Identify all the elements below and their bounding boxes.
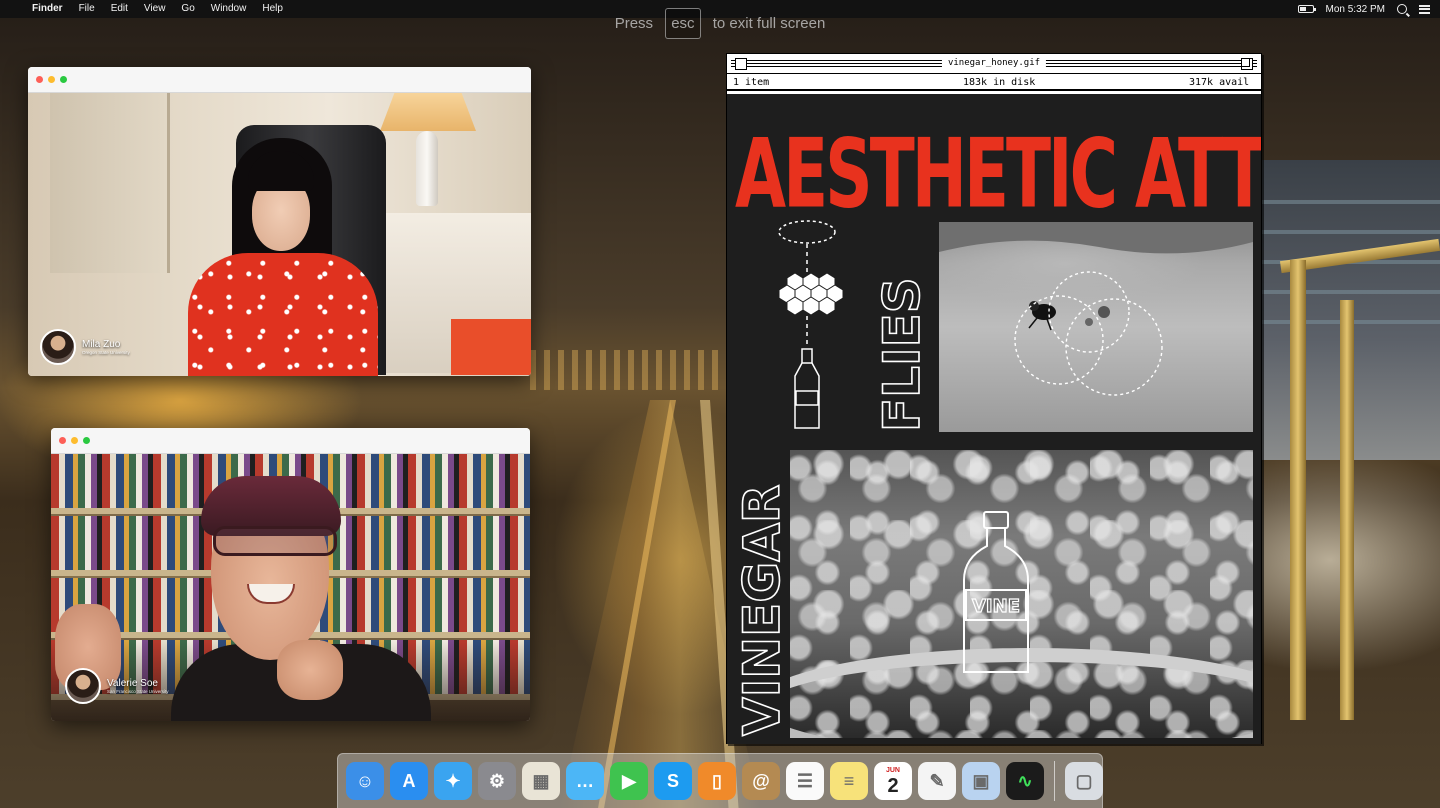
vinegar-label: VINEGAR	[732, 484, 789, 737]
trash-icon[interactable]: ▢	[1065, 762, 1103, 800]
fullscreen-hint-prefix: Press	[614, 15, 654, 32]
railing-post	[1340, 300, 1354, 720]
disk-available: 317k avail	[1189, 77, 1250, 88]
app-store-icon[interactable]: A	[390, 762, 428, 800]
zoom-box-icon[interactable]	[1241, 58, 1253, 70]
orange-object	[451, 319, 531, 375]
dock-icon-glyph: @	[752, 770, 770, 791]
flies-label: FLIES	[873, 276, 929, 432]
calendar-day: 2	[887, 774, 899, 797]
safari-icon[interactable]: ✦	[434, 762, 472, 800]
fullscreen-window-button[interactable]	[83, 437, 90, 444]
gif-artwork: AESTHETIC ATTRACTION	[727, 94, 1261, 744]
gif-window-title: vinegar_honey.gif	[941, 57, 1047, 70]
city-skyline-lights	[530, 350, 730, 390]
close-box-icon[interactable]	[735, 58, 747, 70]
participant-avatar	[65, 668, 101, 704]
dock-icon-glyph: ✎	[929, 770, 945, 791]
dock-icon-glyph: ∿	[1017, 770, 1033, 791]
books-icon[interactable]: ▯	[698, 762, 736, 800]
boiling-pot-photo: VINE	[790, 450, 1253, 738]
participant-name: Valerie Soe	[107, 677, 158, 689]
textedit-icon[interactable]: ✎	[918, 762, 956, 800]
bottle-label: VINE	[972, 596, 1020, 617]
calendar-month: JUN	[885, 766, 900, 774]
gif-viewer-window[interactable]: vinegar_honey.gif 1 item 183k in disk 31…	[726, 53, 1262, 744]
dock: ☺ A ✦ ⚙ ▦ … ▶ S ▯ @ ☰ ≡ JUN 2 ✎ ▣ ∿ ▢	[337, 753, 1103, 808]
photo-preview-icon[interactable]: ▣	[962, 762, 1000, 800]
gif-window-titlebar[interactable]: vinegar_honey.gif	[727, 54, 1261, 74]
fullscreen-hint-suffix: to exit full screen	[712, 15, 826, 32]
dock-icon-glyph: ⚙	[488, 770, 506, 791]
skype-icon[interactable]: S	[654, 762, 692, 800]
video-feed: Mila Zuo Oregon State University	[28, 93, 531, 376]
disk-used: 183k in disk	[963, 77, 1036, 88]
gif-window-info-bar: 1 item 183k in disk 317k avail	[727, 74, 1261, 91]
line-art-honey-column	[778, 220, 844, 429]
dock-icon-glyph: S	[666, 770, 679, 791]
railing-post	[1290, 260, 1306, 720]
flies-text: FLIES	[873, 277, 929, 432]
participant-affiliation: Oregon State University	[82, 349, 130, 355]
gear-icon[interactable]: ⚙	[478, 762, 516, 800]
dock-icon-glyph: ▢	[1075, 770, 1093, 791]
dock-separator	[1054, 761, 1055, 801]
participant-name-block: Valerie Soe San Francisco State Universi…	[107, 678, 169, 695]
participant-affiliation: San Francisco State University	[107, 688, 169, 694]
dock-icon-glyph: ≡	[843, 770, 855, 791]
minimize-window-button[interactable]	[71, 437, 78, 444]
dock-icon-glyph: ▯	[712, 770, 722, 791]
close-window-button[interactable]	[59, 437, 66, 444]
participant-nametag: Valerie Soe San Francisco State Universi…	[65, 668, 169, 704]
contacts-icon[interactable]: @	[742, 762, 780, 800]
lamp-shade	[380, 93, 476, 131]
video-window-mila[interactable]: Mila Zuo Oregon State University	[28, 67, 531, 376]
video-window-valerie[interactable]: Valerie Soe San Francisco State Universi…	[51, 428, 530, 721]
activity-monitor-icon[interactable]: ∿	[1006, 762, 1044, 800]
dock-icon-glyph: ▣	[972, 770, 990, 791]
fly-photo	[939, 222, 1253, 432]
video-feed: Valerie Soe San Francisco State Universi…	[51, 454, 530, 721]
window-titlebar[interactable]	[28, 67, 531, 93]
reminders-icon[interactable]: ☰	[786, 762, 824, 800]
dock-icon-glyph: A	[402, 770, 416, 791]
dock-icon-glyph: ▦	[532, 770, 550, 791]
participant-name-block: Mila Zuo Oregon State University	[82, 339, 130, 356]
dock-icon-glyph: ☰	[796, 770, 814, 791]
minimize-window-button[interactable]	[48, 76, 55, 83]
window-titlebar[interactable]	[51, 428, 530, 454]
fullscreen-window-button[interactable]	[60, 76, 67, 83]
participant-name: Mila Zuo	[82, 338, 121, 350]
participant-hand	[277, 640, 343, 700]
esc-key-badge: esc	[665, 8, 701, 39]
vinegar-text: VINEGAR	[733, 484, 789, 736]
item-count: 1 item	[733, 77, 770, 88]
participant-shirt	[188, 253, 378, 376]
vinegar-bottle-line-art: VINE	[963, 511, 1029, 673]
dock-icon-glyph: ▶	[622, 770, 636, 791]
fullscreen-exit-hint: Press esc to exit full screen	[0, 8, 1440, 39]
lamp-base	[416, 131, 438, 206]
facetime-icon[interactable]: ▶	[610, 762, 648, 800]
calendar-icon[interactable]: JUN 2	[874, 762, 912, 800]
participant-avatar	[40, 329, 76, 365]
dock-icon-glyph: …	[576, 770, 594, 791]
preview-icon[interactable]: ▦	[522, 762, 560, 800]
messages-icon[interactable]: …	[566, 762, 604, 800]
participant-nametag: Mila Zuo Oregon State University	[40, 329, 130, 365]
participant-glasses	[213, 526, 337, 556]
dock-icon-glyph: ☺	[355, 770, 375, 791]
notes-icon[interactable]: ≡	[830, 762, 868, 800]
finder-icon[interactable]: ☺	[346, 762, 384, 800]
close-window-button[interactable]	[36, 76, 43, 83]
fly-line-art	[939, 222, 1253, 396]
dock-icon-glyph: ✦	[445, 770, 461, 791]
door	[50, 93, 170, 273]
